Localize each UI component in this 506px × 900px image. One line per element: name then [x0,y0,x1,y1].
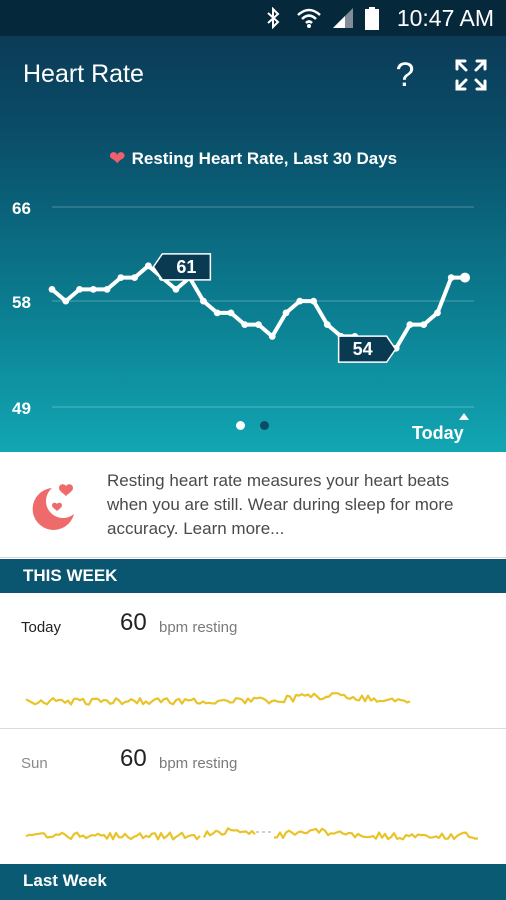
y-tick-label: 58 [12,293,31,312]
data-point [268,333,276,340]
value-callout-label: 54 [353,339,373,359]
sparkline-segment [273,827,479,841]
day-row-today[interactable]: Today 60 bpm resting [0,593,506,728]
data-point [420,321,428,329]
status-bar: 10:47 AM [0,0,506,36]
series-line [50,263,467,351]
data-point [131,274,139,281]
signal-icon [333,8,353,28]
page-indicator-inactive[interactable] [260,421,269,430]
heart-rate-sparkline [25,827,479,841]
data-point [200,297,207,305]
data-point [213,309,221,317]
section-header-last-week[interactable]: Last Week [0,864,506,900]
sparkline-segment [203,827,256,838]
data-point [48,285,56,293]
today-label[interactable]: Today [412,423,464,444]
resting-heart-rate-chart[interactable]: 66 58 49 61 54 [0,36,506,452]
data-point [434,309,441,317]
data-point [76,285,83,293]
sparkline-segment [25,692,411,706]
data-point [282,309,290,317]
today-marker-icon [459,413,469,420]
y-tick-label: 66 [12,199,31,218]
data-point [227,309,235,317]
sleep-hearts-icon [32,484,74,530]
data-point [89,285,97,293]
day-row-sun[interactable]: Sun 60 bpm resting [0,729,506,864]
data-point [62,297,70,305]
data-point [117,274,125,281]
data-point [103,285,111,293]
section-header-this-week: THIS WEEK [0,559,506,593]
y-tick-label: 49 [12,399,31,418]
battery-icon [365,7,379,30]
data-point [241,321,249,329]
data-point [323,321,331,329]
data-point [144,262,152,270]
status-time: 10:47 AM [396,5,494,31]
page-indicator-active[interactable] [236,421,245,430]
data-point [172,285,180,293]
sparkline-segment [25,831,201,841]
heart-rate-sparkline [25,692,411,706]
data-point-latest [460,272,470,283]
data-point [310,297,317,305]
data-point [406,321,414,329]
info-text[interactable]: Resting heart rate measures your heart b… [107,469,492,541]
value-callout-label: 61 [176,257,196,277]
data-point [296,297,304,305]
bluetooth-icon [267,7,280,29]
data-point [255,321,262,329]
data-point [447,274,455,281]
heart-rate-chart-panel[interactable]: Heart Rate ? ❤ Resting Heart Rate, Last 3… [0,36,506,452]
info-card[interactable]: Resting heart rate measures your heart b… [0,452,506,558]
wifi-icon [297,8,321,28]
